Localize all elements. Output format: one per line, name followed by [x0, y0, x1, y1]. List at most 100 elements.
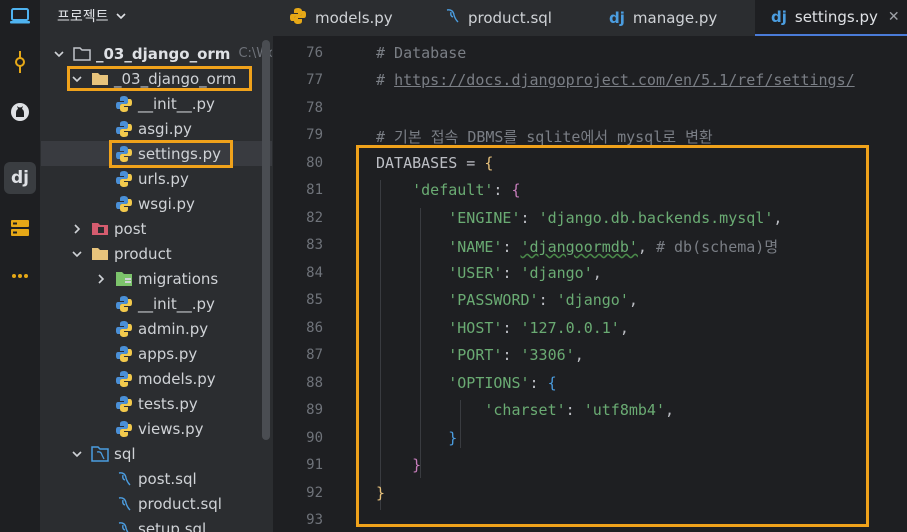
sidebar-scrollbar[interactable] — [262, 40, 270, 440]
tab-settings-py[interactable]: dj settings.py ✕ — [755, 0, 907, 36]
folder-icon — [91, 70, 109, 88]
sql-file-icon — [444, 8, 460, 28]
line-number: 77 — [306, 72, 323, 88]
dict-key: 'NAME' — [448, 238, 503, 256]
tree-file-views[interactable]: views.py — [41, 416, 272, 441]
code-line-84: 'USER': 'django', — [448, 264, 602, 282]
code-line-83: 'NAME': 'djangoormdb', # db(schema)명 — [448, 238, 779, 256]
python-file-icon — [115, 395, 133, 413]
tree-file-label: product.sql — [138, 494, 222, 513]
python-file-icon — [115, 170, 133, 188]
tab-product-sql[interactable]: product.sql — [428, 0, 593, 36]
tree-app-folder-label: _03_django_orm — [114, 69, 237, 88]
dict-value: 'django' — [520, 264, 593, 282]
tab-models-py[interactable]: models.py — [273, 0, 428, 36]
tree-file-label: wsgi.py — [138, 194, 195, 213]
tab-manage-py[interactable]: dj manage.py — [593, 0, 753, 36]
database-icon[interactable] — [4, 212, 36, 244]
dict-value: 'utf8mb4' — [583, 401, 665, 419]
line-number: 78 — [306, 100, 323, 116]
tree-file-init[interactable]: __init__.py — [41, 91, 272, 116]
sql-file-icon — [115, 495, 133, 513]
folder-icon — [73, 45, 91, 63]
tree-file-wsgi[interactable]: wsgi.py — [41, 191, 272, 216]
tree-folder-sql[interactable]: sql — [41, 441, 272, 466]
tree-file-label: admin.py — [138, 319, 209, 338]
tab-label: manage.py — [632, 9, 718, 27]
tree-file-apps[interactable]: apps.py — [41, 341, 272, 366]
close-icon[interactable]: ✕ — [888, 9, 900, 25]
tree-app-folder[interactable]: _03_django_orm — [41, 66, 272, 91]
python-file-icon — [115, 345, 133, 363]
project-view-icon[interactable] — [4, 0, 36, 32]
docs-link[interactable]: https://docs.djangoproject.com/en/5.1/re… — [394, 71, 855, 89]
dict-value: 'django' — [556, 291, 629, 309]
identifier: DATABASES — [376, 154, 458, 172]
dict-value: '3306' — [520, 346, 575, 364]
tree-folder-migrations[interactable]: migrations — [41, 266, 272, 291]
activity-bar: dj — [0, 0, 41, 532]
tab-label: settings.py — [794, 8, 878, 26]
tree-file-admin[interactable]: admin.py — [41, 316, 272, 341]
chevron-down-icon[interactable] — [51, 46, 67, 62]
sql-file-icon — [115, 520, 133, 532]
tab-label: models.py — [315, 9, 393, 27]
migrations-folder-icon — [115, 270, 133, 288]
django-icon[interactable]: dj — [4, 162, 36, 194]
more-tools-icon[interactable] — [4, 260, 36, 292]
line-number: 86 — [306, 320, 323, 336]
tree-file-label: asgi.py — [138, 119, 192, 138]
tree-file-label: tests.py — [138, 394, 198, 413]
dict-key: 'USER' — [448, 264, 503, 282]
code-line-92: } — [376, 484, 386, 502]
line-number: 88 — [306, 375, 323, 391]
project-view-selector[interactable]: 프로젝트 — [57, 6, 127, 26]
tree-folder-product[interactable]: product — [41, 241, 272, 266]
chevron-down-icon[interactable] — [69, 446, 85, 462]
tree-file-label: views.py — [138, 419, 204, 438]
django-icon: dj — [771, 8, 787, 26]
python-file-icon — [115, 370, 133, 388]
code-line-85: 'PASSWORD': 'django', — [448, 291, 638, 309]
chevron-down-icon[interactable] — [69, 246, 85, 262]
chevron-down-icon[interactable] — [69, 71, 85, 87]
code-line-91: } — [412, 456, 422, 474]
project-header-title: 프로젝트 — [57, 9, 109, 25]
dict-key: 'default' — [412, 181, 494, 199]
python-file-icon — [115, 145, 133, 163]
line-number: 89 — [306, 402, 323, 418]
commit-icon[interactable] — [4, 46, 36, 78]
tree-file-asgi[interactable]: asgi.py — [41, 116, 272, 141]
dict-value: '127.0.0.1' — [520, 319, 620, 337]
code-line-80: DATABASES = { — [376, 154, 494, 172]
code-line-88: 'OPTIONS': { — [448, 374, 557, 392]
tree-folder-post[interactable]: post — [41, 216, 272, 241]
line-number: 83 — [306, 237, 323, 253]
chevron-right-icon[interactable] — [93, 271, 109, 287]
tree-root-label: _03_django_orm — [96, 44, 231, 63]
chevron-right-icon[interactable] — [69, 221, 85, 237]
code-line-90: } — [448, 429, 458, 447]
tree-file-urls[interactable]: urls.py — [41, 166, 272, 191]
tree-file-product-init[interactable]: __init__.py — [41, 291, 272, 316]
tree-file-setup-sql[interactable]: setup.sql — [41, 516, 272, 532]
tree-file-label: __init__.py — [138, 294, 215, 313]
tree-file-label: settings.py — [138, 144, 221, 163]
tree-file-label: apps.py — [138, 344, 198, 363]
tree-file-models[interactable]: models.py — [41, 366, 272, 391]
dict-value: 'django.db.backends.mysql' — [538, 209, 774, 227]
tree-file-tests[interactable]: tests.py — [41, 391, 272, 416]
sql-file-icon — [115, 470, 133, 488]
chevron-down-icon — [115, 13, 126, 20]
code-line-79: # 기본 접속 DBMS를 sqlite에서 mysql로 변환 — [376, 128, 713, 146]
github-icon[interactable] — [4, 96, 36, 128]
tree-folder-label: migrations — [138, 269, 219, 288]
tree-file-product-sql[interactable]: product.sql — [41, 491, 272, 516]
line-number: 79 — [306, 127, 323, 143]
tree-root-folder[interactable]: _03_django_orm C:\Wo — [41, 41, 272, 66]
line-number: 80 — [306, 155, 323, 171]
tree-file-settings[interactable]: settings.py — [41, 141, 272, 166]
tree-file-post-sql[interactable]: post.sql — [41, 466, 272, 491]
code-line-82: 'ENGINE': 'django.db.backends.mysql', — [448, 209, 783, 227]
line-number: 92 — [306, 485, 323, 501]
